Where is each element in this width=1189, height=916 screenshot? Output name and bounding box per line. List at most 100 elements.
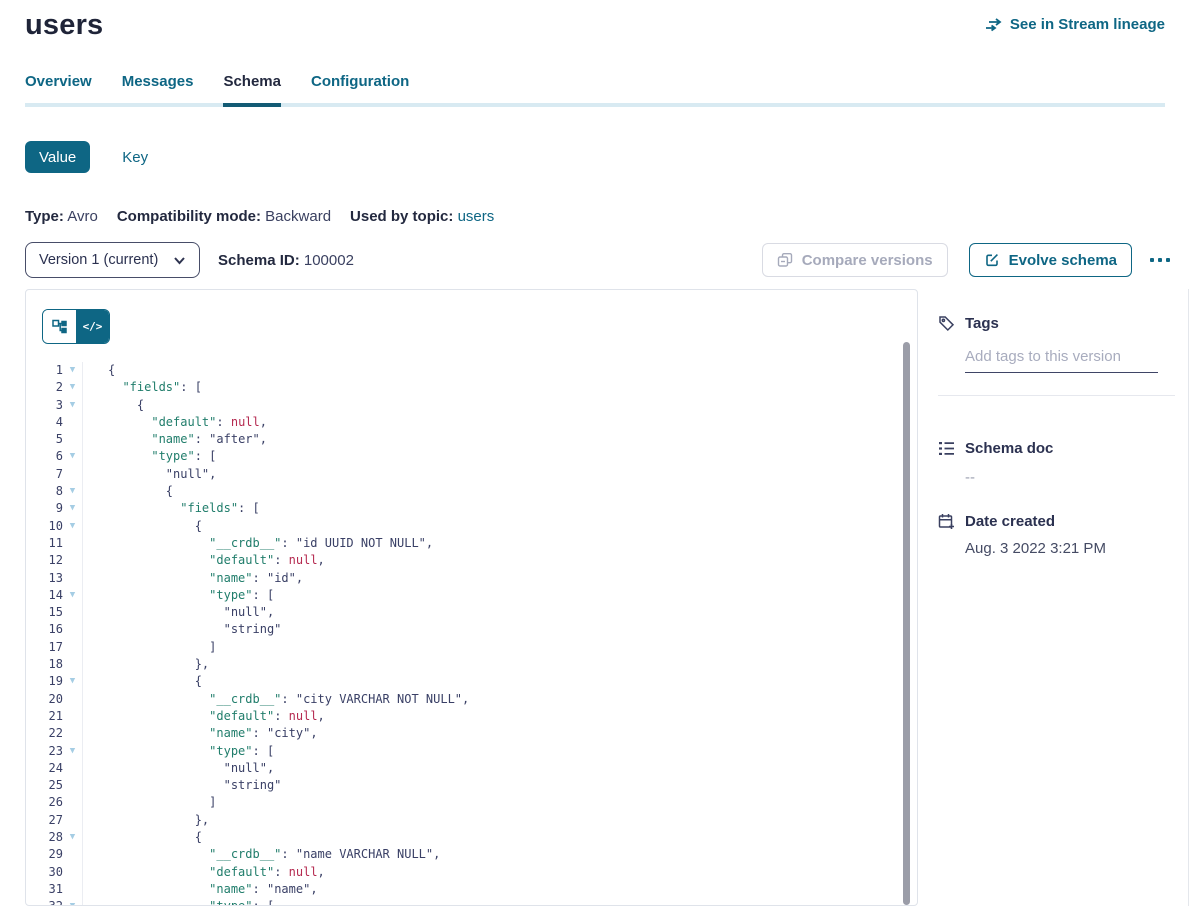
tab-bar: Overview Messages Schema Configuration	[25, 73, 1165, 107]
tab-overview[interactable]: Overview	[25, 73, 92, 103]
editor-scrollbar[interactable]	[903, 342, 910, 905]
stream-lineage-icon	[985, 18, 1003, 32]
meta-compat-value: Backward	[265, 208, 331, 225]
fold-arrow-icon[interactable]: ▼	[63, 518, 82, 535]
main-content: </> 1▼{2▼ "fields": [3▼ {4 "default": nu…	[25, 289, 1189, 906]
fold-gutter	[63, 431, 82, 448]
code-text: "null",	[82, 604, 904, 621]
meta-type-value: Avro	[67, 208, 98, 225]
line-number: 23	[26, 743, 63, 760]
tab-messages[interactable]: Messages	[122, 73, 194, 103]
add-tags-input[interactable]	[965, 348, 1158, 373]
tab-schema[interactable]: Schema	[223, 73, 281, 103]
sidebar-divider	[938, 395, 1175, 396]
code-line: 26 ]	[26, 794, 904, 811]
line-number: 27	[26, 812, 63, 829]
code-text: "string"	[82, 777, 904, 794]
meta-topic-label: Used by topic:	[350, 208, 453, 225]
fold-arrow-icon[interactable]: ▼	[63, 483, 82, 500]
fold-arrow-icon[interactable]: ▼	[63, 448, 82, 465]
compare-versions-label: Compare versions	[802, 252, 933, 269]
line-number: 29	[26, 846, 63, 863]
line-number: 26	[26, 794, 63, 811]
meta-compatibility: Compatibility mode: Backward	[117, 208, 331, 225]
page-header: users See in Stream lineage	[25, 0, 1189, 42]
compare-versions-button[interactable]: Compare versions	[762, 243, 948, 277]
value-tab-button[interactable]: Value	[25, 141, 90, 173]
code-line: 2▼ "fields": [	[26, 379, 904, 396]
evolve-schema-button[interactable]: Evolve schema	[969, 243, 1132, 277]
schema-doc-value: --	[965, 469, 1175, 486]
code-text: "fields": [	[82, 500, 904, 517]
fold-arrow-icon[interactable]: ▼	[63, 587, 82, 604]
fold-gutter	[63, 777, 82, 794]
line-number: 3	[26, 397, 63, 414]
fold-arrow-icon[interactable]: ▼	[63, 743, 82, 760]
fold-arrow-icon[interactable]: ▼	[63, 397, 82, 414]
fold-gutter	[63, 691, 82, 708]
line-number: 22	[26, 725, 63, 742]
fold-gutter	[63, 760, 82, 777]
line-number: 32	[26, 898, 63, 906]
code-view-button[interactable]: </>	[76, 310, 109, 343]
code-line: 6▼ "type": [	[26, 448, 904, 465]
scrollbar-thumb[interactable]	[903, 342, 910, 905]
code-text: "__crdb__": "id UUID NOT NULL",	[82, 535, 904, 552]
tag-icon	[938, 315, 955, 332]
code-line: 13 "name": "id",	[26, 570, 904, 587]
line-number: 30	[26, 864, 63, 881]
code-line: 17 ]	[26, 639, 904, 656]
code-line: 8▼ {	[26, 483, 904, 500]
chevron-down-icon	[173, 256, 186, 265]
line-number: 10	[26, 518, 63, 535]
tab-configuration[interactable]: Configuration	[311, 73, 409, 103]
code-text: {	[82, 362, 904, 379]
line-number: 31	[26, 881, 63, 898]
schema-doc-section-header: Schema doc	[938, 440, 1175, 457]
code-text: "type": [	[82, 743, 904, 760]
details-sidebar: Tags Schema doc --	[918, 289, 1189, 906]
code-text: {	[82, 397, 904, 414]
date-created-title: Date created	[965, 513, 1055, 530]
code-text: "default": null,	[82, 864, 904, 881]
schema-page: users See in Stream lineage Overview Mes…	[0, 0, 1189, 906]
topic-link[interactable]: users	[458, 208, 495, 225]
evolve-schema-label: Evolve schema	[1009, 252, 1117, 269]
stream-lineage-link[interactable]: See in Stream lineage	[985, 16, 1165, 33]
fold-arrow-icon[interactable]: ▼	[63, 898, 82, 906]
fold-arrow-icon[interactable]: ▼	[63, 379, 82, 396]
code-line: 20 "__crdb__": "city VARCHAR NOT NULL",	[26, 691, 904, 708]
fold-arrow-icon[interactable]: ▼	[63, 673, 82, 690]
line-number: 28	[26, 829, 63, 846]
code-text: "default": null,	[82, 708, 904, 725]
code-line: 3▼ {	[26, 397, 904, 414]
line-number: 11	[26, 535, 63, 552]
code-line: 11 "__crdb__": "id UUID NOT NULL",	[26, 535, 904, 552]
fold-arrow-icon[interactable]: ▼	[63, 500, 82, 517]
key-tab-button[interactable]: Key	[116, 148, 154, 167]
code-line: 19▼ {	[26, 673, 904, 690]
code-line: 14▼ "type": [	[26, 587, 904, 604]
value-key-toggle: Value Key	[25, 141, 1189, 173]
line-number: 19	[26, 673, 63, 690]
more-actions-button[interactable]	[1148, 252, 1172, 268]
code-line: 21 "default": null,	[26, 708, 904, 725]
code-text: ]	[82, 639, 904, 656]
fold-arrow-icon[interactable]: ▼	[63, 829, 82, 846]
schema-id-label: Schema ID:	[218, 252, 300, 269]
meta-topic: Used by topic: users	[350, 208, 494, 225]
code-line: 31 "name": "name",	[26, 881, 904, 898]
version-select[interactable]: Version 1 (current)	[25, 242, 200, 278]
code-line: 5 "name": "after",	[26, 431, 904, 448]
schema-doc-title: Schema doc	[965, 440, 1053, 457]
code-text: "fields": [	[82, 379, 904, 396]
compare-versions-icon	[777, 252, 793, 268]
date-created-section-header: Date created	[938, 513, 1175, 530]
line-number: 12	[26, 552, 63, 569]
fold-gutter	[63, 794, 82, 811]
fold-arrow-icon[interactable]: ▼	[63, 362, 82, 379]
tree-view-button[interactable]	[43, 310, 76, 343]
line-number: 13	[26, 570, 63, 587]
code-line: 32▼ "type": [	[26, 898, 904, 906]
code-text: "default": null,	[82, 552, 904, 569]
